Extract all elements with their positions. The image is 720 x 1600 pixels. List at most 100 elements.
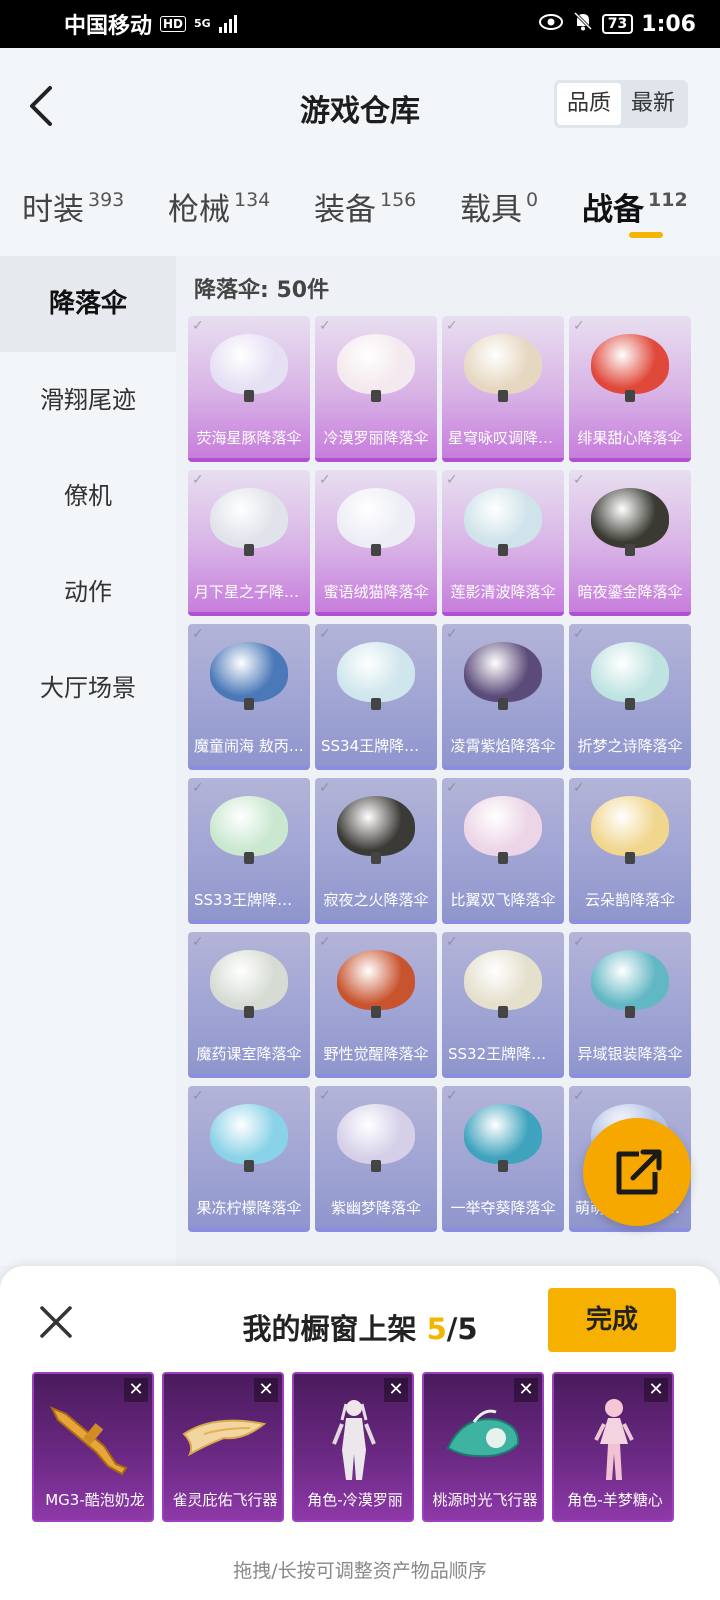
check-icon: ✓ — [573, 1088, 585, 1104]
showcase-item[interactable]: ✕ 雀灵庇佑飞行器 — [162, 1372, 284, 1522]
sort-quality-option[interactable]: 品质 — [556, 83, 621, 125]
item-name: 荧海星豚降落伞 — [196, 429, 302, 447]
share-button[interactable] — [583, 1118, 691, 1226]
parachute-item[interactable]: ✓ 异域银装降落伞 — [569, 932, 691, 1078]
parachute-icon — [464, 950, 542, 1018]
parachute-item[interactable]: ✓ 野性觉醒降落伞 — [315, 932, 437, 1078]
item-name: 比翼双飞降落伞 — [450, 891, 556, 909]
sidebar-item-parachute[interactable]: 降落伞 — [0, 256, 176, 352]
check-icon: ✓ — [319, 934, 331, 950]
check-icon: ✓ — [446, 318, 458, 334]
item-name: 紫幽梦降落伞 — [330, 1199, 421, 1217]
sort-newest-option[interactable]: 最新 — [621, 83, 685, 125]
parachute-icon — [210, 334, 288, 402]
item-name: SS32王牌降落伞 — [448, 1045, 562, 1063]
showcase-total-count: 5 — [457, 1312, 478, 1346]
parachute-icon — [337, 1104, 415, 1172]
parachute-item[interactable]: ✓ 荧海星豚降落伞 — [188, 316, 310, 462]
item-name: 果冻柠檬降落伞 — [196, 1199, 302, 1217]
remove-item-button[interactable]: ✕ — [384, 1378, 408, 1402]
showcase-current-count: 5 — [426, 1312, 447, 1346]
parachute-item[interactable]: ✓ 凌霄紫焰降落伞 — [442, 624, 564, 770]
check-icon: ✓ — [319, 1088, 331, 1104]
parachute-item[interactable]: ✓ 折梦之诗降落伞 — [569, 624, 691, 770]
showcase-item[interactable]: ✕ 角色-冷漠罗丽 — [292, 1372, 414, 1522]
check-icon: ✓ — [192, 934, 204, 950]
status-left: 中国移动 HD 5G — [64, 8, 237, 40]
app-header: 游戏仓库 品质 最新 — [0, 48, 720, 160]
item-name: 冷漠罗丽降落伞 — [323, 429, 429, 447]
network-type: 5G — [194, 17, 211, 30]
showcase-panel: 我的橱窗上架 5/5 完成 ✕ MG3-酷泡奶龙 ✕ 雀灵庇佑飞行器 ✕ 角色-… — [0, 1266, 720, 1600]
check-icon: ✓ — [446, 626, 458, 642]
showcase-item-label: 角色-羊梦糖心 — [567, 1491, 663, 1509]
item-name: 莲影清波降落伞 — [450, 583, 556, 601]
parachute-icon — [591, 488, 669, 556]
tab-equipment[interactable]: 装备 156 — [314, 184, 416, 229]
showcase-item[interactable]: ✕ MG3-酷泡奶龙 — [32, 1372, 154, 1522]
glider-icon — [446, 1409, 520, 1458]
sidebar-item-wingman[interactable]: 僚机 — [0, 448, 176, 544]
parachute-item[interactable]: ✓ 月下星之子降落伞 — [188, 470, 310, 616]
remove-item-button[interactable]: ✕ — [644, 1378, 668, 1402]
character-icon — [332, 1400, 376, 1480]
tab-label: 战备 — [582, 192, 644, 228]
tab-fashion[interactable]: 时装 393 — [22, 184, 124, 229]
check-icon: ✓ — [573, 472, 585, 488]
parachute-item[interactable]: ✓ 绯果甜心降落伞 — [569, 316, 691, 462]
remove-item-button[interactable]: ✕ — [514, 1378, 538, 1402]
parachute-icon — [337, 642, 415, 710]
sidebar-item-lobby-scene[interactable]: 大厅场景 — [0, 640, 176, 736]
item-name: 野性觉醒降落伞 — [323, 1045, 429, 1063]
showcase-item[interactable]: ✕ 桃源时光飞行器 — [422, 1372, 544, 1522]
parachute-item[interactable]: ✓ 紫幽梦降落伞 — [315, 1086, 437, 1232]
sidebar-item-glide-trail[interactable]: 滑翔尾迹 — [0, 352, 176, 448]
parachute-icon — [337, 950, 415, 1018]
parachute-icon — [591, 334, 669, 402]
showcase-item[interactable]: ✕ 角色-羊梦糖心 — [552, 1372, 674, 1522]
parachute-item[interactable]: ✓ SS34王牌降落伞 — [315, 624, 437, 770]
parachute-icon — [464, 334, 542, 402]
hd-badge: HD — [160, 16, 187, 32]
done-button[interactable]: 完成 — [548, 1288, 676, 1352]
showcase-item-label: 角色-冷漠罗丽 — [307, 1491, 403, 1509]
tab-vehicles[interactable]: 载具 0 — [460, 184, 538, 229]
parachute-item[interactable]: ✓ 果冻柠檬降落伞 — [188, 1086, 310, 1232]
check-icon: ✓ — [573, 318, 585, 334]
tab-count: 156 — [380, 189, 417, 211]
parachute-icon — [591, 950, 669, 1018]
item-name: 寂夜之火降落伞 — [323, 891, 429, 909]
remove-item-button[interactable]: ✕ — [124, 1378, 148, 1402]
parachute-icon — [337, 796, 415, 864]
item-name: 魔药课室降落伞 — [196, 1045, 302, 1063]
parachute-item[interactable]: ✓ SS33王牌降落伞 — [188, 778, 310, 924]
remove-item-button[interactable]: ✕ — [254, 1378, 278, 1402]
parachute-item[interactable]: ✓ 云朵鹊降落伞 — [569, 778, 691, 924]
parachute-item[interactable]: ✓ 一举夺葵降落伞 — [442, 1086, 564, 1232]
tab-firearms[interactable]: 枪械 134 — [168, 184, 270, 229]
item-name: SS34王牌降落伞 — [321, 737, 435, 755]
parachute-item[interactable]: ✓ 蜜语绒猫降落伞 — [315, 470, 437, 616]
signal-icon — [218, 15, 237, 33]
check-icon: ✓ — [192, 1088, 204, 1104]
check-icon: ✓ — [573, 934, 585, 950]
parachute-item[interactable]: ✓ 魔童闹海 敖丙降落伞 — [188, 624, 310, 770]
parachute-item[interactable]: ✓ SS32王牌降落伞 — [442, 932, 564, 1078]
parachute-item[interactable]: ✓ 星穹咏叹调降落伞 — [442, 316, 564, 462]
carrier-name: 中国移动 — [64, 14, 153, 39]
parachute-item[interactable]: ✓ 比翼双飞降落伞 — [442, 778, 564, 924]
parachute-item[interactable]: ✓ 暗夜鎏金降落伞 — [569, 470, 691, 616]
sidebar-item-emote[interactable]: 动作 — [0, 544, 176, 640]
item-name: 蜜语绒猫降落伞 — [323, 583, 429, 601]
parachute-item[interactable]: ✓ 莲影清波降落伞 — [442, 470, 564, 616]
parachute-item[interactable]: ✓ 寂夜之火降落伞 — [315, 778, 437, 924]
parachute-icon — [337, 488, 415, 556]
tab-count: 112 — [648, 189, 688, 211]
tab-battle-gear[interactable]: 战备 112 — [582, 184, 688, 229]
check-icon: ✓ — [319, 780, 331, 796]
parachute-icon — [591, 796, 669, 864]
parachute-item[interactable]: ✓ 冷漠罗丽降落伞 — [315, 316, 437, 462]
check-icon: ✓ — [319, 626, 331, 642]
item-name: 月下星之子降落伞 — [194, 583, 310, 601]
parachute-item[interactable]: ✓ 魔药课室降落伞 — [188, 932, 310, 1078]
